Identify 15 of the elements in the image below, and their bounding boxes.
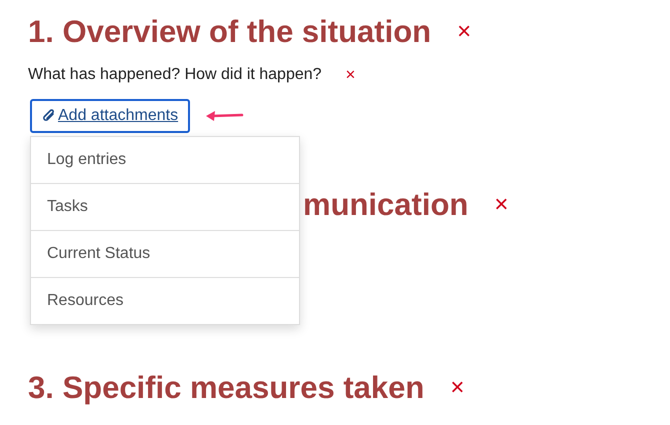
remove-icon[interactable]: × <box>346 65 356 85</box>
section-prompt: What has happened? How did it happen? <box>28 66 322 84</box>
menu-item[interactable]: Current Status <box>31 230 299 277</box>
remove-icon[interactable]: × <box>494 193 508 217</box>
menu-item[interactable]: Log entries <box>31 137 299 183</box>
section-heading: 3. Specific measures taken <box>28 369 424 407</box>
remove-icon[interactable]: × <box>457 20 472 44</box>
add-attachments-button[interactable]: Add attachments <box>30 99 190 133</box>
section-heading: munication <box>303 186 468 224</box>
arrow-icon <box>204 109 244 123</box>
remove-icon[interactable]: × <box>450 376 464 400</box>
menu-item[interactable]: Tasks <box>31 183 299 230</box>
menu-item[interactable]: Resources <box>31 277 299 324</box>
paperclip-icon <box>42 108 56 124</box>
section-heading: 1. Overview of the situation <box>28 13 432 51</box>
